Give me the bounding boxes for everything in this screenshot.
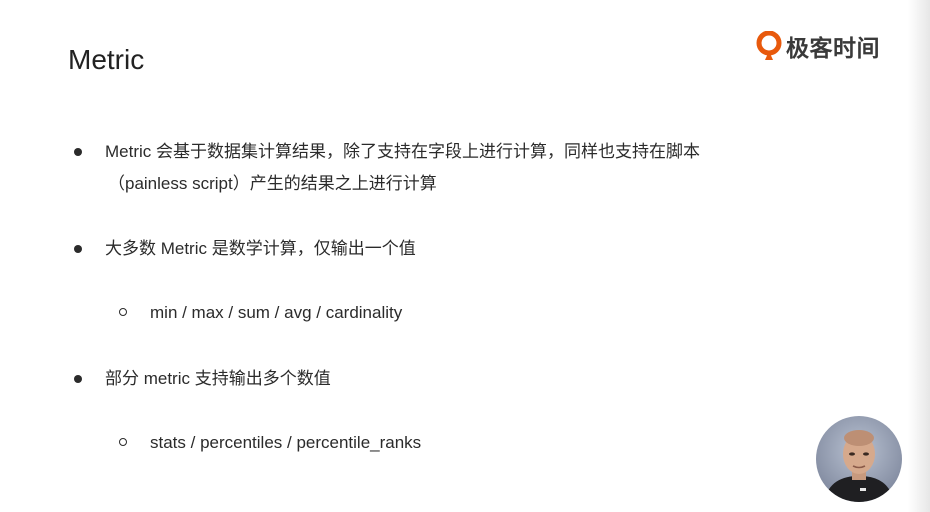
logo-text: 极客时间 <box>786 36 880 62</box>
bullet-2-line-1: 大多数 Metric 是数学计算，仅输出一个值 <box>105 239 416 258</box>
bullet-dot <box>74 375 82 383</box>
presenter-avatar <box>816 416 902 502</box>
bullet-dot <box>74 148 82 156</box>
bullet-1-line-2: （painless script）产生的结果之上进行计算 <box>108 174 437 193</box>
slide-title: Metric <box>68 44 145 75</box>
bullet-3-sub: stats / percentiles / percentile_ranks <box>150 433 422 452</box>
presenter-figure <box>824 430 894 502</box>
brand-logo: 极客时间 <box>756 30 880 62</box>
sub-bullet-dot <box>119 308 127 316</box>
geektime-logo-icon <box>756 31 782 60</box>
bullet-1-line-1: Metric 会基于数据集计算结果，除了支持在字段上进行计算，同样也支持在脚本 <box>105 142 700 161</box>
sub-bullet-dot <box>119 438 127 446</box>
bullet-2-sub: min / max / sum / avg / cardinality <box>150 303 403 322</box>
slide-edge-shadow <box>908 0 930 512</box>
bullet-dot <box>74 245 82 253</box>
bullet-3-line-1: 部分 metric 支持输出多个数值 <box>105 369 331 388</box>
